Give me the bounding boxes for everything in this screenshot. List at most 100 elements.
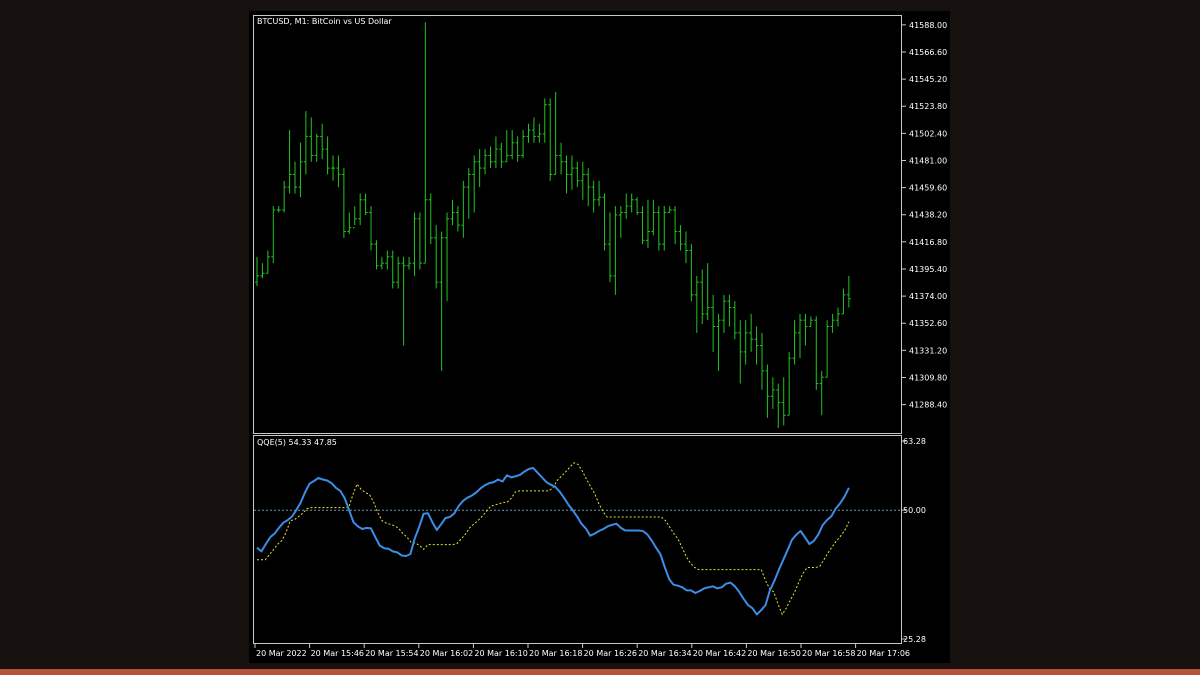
ohlc-bar bbox=[759, 332, 764, 390]
time-tick-label: 20 Mar 16:34 bbox=[638, 649, 691, 658]
ohlc-bar bbox=[293, 161, 298, 194]
price-tick-label: 41438.20 bbox=[909, 211, 947, 220]
ohlc-bar bbox=[814, 316, 819, 390]
ohlc-bar bbox=[841, 288, 846, 315]
time-tick-label: 20 Mar 16:50 bbox=[747, 649, 800, 658]
ohlc-bar bbox=[483, 149, 488, 175]
time-tick-label: 20 Mar 15:54 bbox=[365, 649, 418, 658]
price-tick-label: 41588.00 bbox=[909, 21, 947, 30]
ohlc-bar bbox=[461, 180, 466, 238]
ohlc-bar bbox=[347, 212, 352, 235]
ohlc-bar bbox=[531, 117, 536, 143]
ohlc-bar bbox=[401, 256, 406, 346]
ohlc-bar bbox=[586, 168, 591, 207]
ohlc-bar bbox=[798, 313, 802, 359]
price-tick-label: 41374.00 bbox=[909, 292, 947, 301]
ohlc-bar bbox=[363, 193, 368, 215]
indicator-panel-title: QQE(5) 54.33 47.85 bbox=[257, 438, 337, 447]
ohlc-bar bbox=[472, 155, 477, 213]
ohlc-bar bbox=[510, 130, 515, 160]
ohlc-bar bbox=[559, 142, 564, 175]
ohlc-bar bbox=[466, 168, 471, 219]
ohlc-bar bbox=[255, 256, 259, 286]
ohlc-bar bbox=[477, 149, 482, 188]
ohlc-bar bbox=[526, 123, 531, 143]
ohlc-bar bbox=[580, 161, 585, 200]
ohlc-bar bbox=[705, 263, 710, 321]
price-tick-label: 41395.40 bbox=[909, 265, 947, 274]
price-tick-label: 41502.40 bbox=[909, 129, 947, 138]
ohlc-bar bbox=[700, 269, 705, 324]
ohlc-bar bbox=[819, 370, 824, 416]
indicator-lines bbox=[254, 462, 901, 616]
ohlc-bar bbox=[488, 146, 493, 169]
time-tick-label: 20 Mar 16:18 bbox=[529, 649, 582, 658]
ohlc-bar bbox=[656, 206, 661, 251]
ohlc-bar bbox=[607, 212, 612, 283]
trading-chart-window[interactable]: BTCUSD, M1: BitCoin vs US Dollar 41588.0… bbox=[249, 11, 950, 663]
ohlc-bar bbox=[662, 206, 667, 251]
ohlc-bar bbox=[836, 307, 841, 327]
ohlc-bar bbox=[808, 316, 813, 328]
ohlc-bar bbox=[689, 244, 694, 302]
indicator-panel-frame[interactable] bbox=[253, 435, 902, 644]
ohlc-bar bbox=[553, 92, 558, 175]
ohlc-bar bbox=[591, 180, 596, 213]
ohlc-bar bbox=[803, 313, 808, 346]
ohlc-bar bbox=[336, 155, 341, 188]
ohlc-bar bbox=[515, 136, 520, 162]
qqe-main-line bbox=[256, 467, 850, 616]
ohlc-bar bbox=[683, 231, 688, 264]
ohlc-bar bbox=[379, 256, 384, 270]
ohlc-bar bbox=[303, 111, 308, 175]
price-axis: 41588.00 41566.60 41545.20 41523.80 41502.40… bbox=[902, 21, 947, 410]
time-tick-label: 20 Mar 16:02 bbox=[420, 649, 473, 658]
indicator-tick-label: 50.00 bbox=[903, 506, 926, 515]
ohlc-bar bbox=[792, 320, 797, 365]
ohlc-bar bbox=[309, 117, 314, 162]
ohlc-bar bbox=[369, 206, 374, 251]
ohlc-bar bbox=[575, 161, 580, 188]
bottom-accent-strip bbox=[0, 669, 1200, 675]
time-axis: 20 Mar 2022 20 Mar 15:46 20 Mar 15:54 20 Ma… bbox=[254, 644, 910, 658]
time-tick-label: 20 Mar 16:26 bbox=[584, 649, 637, 658]
ohlc-bar bbox=[624, 193, 629, 219]
ohlc-bar bbox=[673, 206, 678, 245]
ohlc-bar bbox=[846, 275, 851, 308]
ohlc-bar bbox=[423, 22, 428, 264]
ohlc-bar bbox=[407, 256, 412, 270]
ohlc-bar bbox=[825, 320, 830, 378]
ohlc-bar bbox=[629, 193, 634, 213]
ohlc-bar bbox=[287, 130, 292, 194]
ohlc-bar bbox=[645, 199, 650, 248]
ohlc-bar bbox=[276, 206, 281, 213]
price-tick-label: 41309.80 bbox=[909, 373, 947, 382]
ohlc-bar bbox=[564, 155, 569, 194]
ohlc-bar bbox=[711, 294, 716, 352]
chart-canvas[interactable]: BTCUSD, M1: BitCoin vs US Dollar 41588.0… bbox=[249, 11, 950, 663]
ohlc-bar bbox=[537, 123, 542, 143]
ohlc-bar bbox=[743, 320, 748, 365]
ohlc-bar bbox=[358, 193, 363, 226]
price-panel-title: BTCUSD, M1: BitCoin vs US Dollar bbox=[257, 17, 392, 26]
ohlc-bar bbox=[265, 250, 270, 274]
indicator-tick-label: 25.28 bbox=[903, 635, 926, 644]
price-panel-frame[interactable] bbox=[253, 15, 902, 434]
ohlc-bar bbox=[455, 206, 460, 232]
ohlc-bar bbox=[635, 197, 640, 215]
ohlc-bar bbox=[325, 136, 330, 175]
ohlc-bar bbox=[749, 313, 754, 352]
price-tick-label: 41523.80 bbox=[909, 102, 947, 111]
ohlc-bar bbox=[434, 225, 439, 289]
ohlc-bar bbox=[721, 294, 726, 333]
ohlc-bar bbox=[765, 364, 770, 418]
ohlc-bar bbox=[352, 206, 357, 229]
time-tick-label: 20 Mar 16:58 bbox=[802, 649, 855, 658]
ohlc-bar bbox=[374, 240, 379, 270]
price-tick-label: 41545.20 bbox=[909, 75, 947, 84]
ohlc-bar bbox=[396, 256, 401, 289]
indicator-tick-label: 63.28 bbox=[903, 437, 926, 446]
ohlc-bar bbox=[602, 193, 607, 251]
ohlc-bar bbox=[678, 225, 683, 251]
time-tick-label: 20 Mar 15:46 bbox=[311, 649, 364, 658]
